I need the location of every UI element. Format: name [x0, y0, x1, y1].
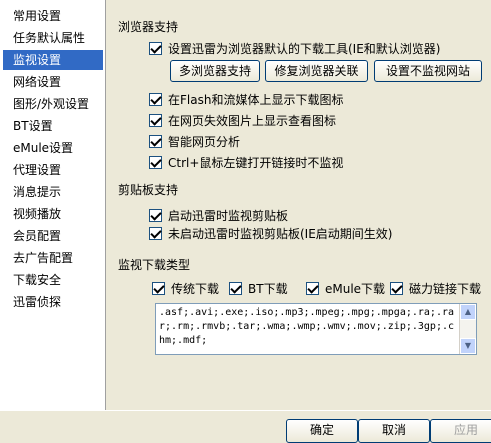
scroll-up-icon[interactable]: ▲	[460, 304, 476, 320]
no-monitor-sites-button[interactable]: 设置不监视网站	[374, 60, 482, 82]
clipboard-on-start-option[interactable]: 启动迅雷时监视剪贴板	[149, 207, 288, 224]
sidebar-item-task-defaults[interactable]: 任务默认属性	[3, 28, 103, 48]
sidebar-item-notifications[interactable]: 消息提示	[3, 182, 103, 202]
type-traditional-option[interactable]: 传统下载	[152, 280, 219, 297]
type-traditional-checkbox[interactable]	[152, 282, 165, 295]
sidebar-item-common[interactable]: 常用设置	[3, 6, 103, 26]
extensions-text[interactable]: .asf;.avi;.exe;.iso;.mp3;.mpeg;.mpg;.mpg…	[159, 306, 459, 348]
scroll-down-icon[interactable]: ▼	[460, 338, 476, 354]
extensions-textbox[interactable]: .asf;.avi;.exe;.iso;.mp3;.mpeg;.mpg;.mpg…	[155, 303, 477, 355]
flash-icon-checkbox[interactable]	[149, 93, 162, 106]
ok-button[interactable]: 确定	[286, 419, 358, 443]
type-magnet-label: 磁力链接下载	[409, 282, 482, 296]
type-bt-label: BT下载	[248, 282, 288, 296]
ctrl-click-checkbox[interactable]	[149, 156, 162, 169]
default-tool-checkbox[interactable]	[149, 42, 162, 55]
type-traditional-label: 传统下载	[171, 282, 220, 296]
clipboard-on-start-checkbox[interactable]	[149, 209, 162, 222]
flash-icon-option[interactable]: 在Flash和流媒体上显示下载图标	[149, 91, 343, 108]
sidebar-item-video[interactable]: 视频播放	[3, 204, 103, 224]
clipboard-not-started-option[interactable]: 未启动迅雷时监视剪贴板(IE启动期间生效)	[149, 225, 393, 242]
default-tool-label: 设置迅雷为浏览器默认的下载工具(IE和默认浏览器)	[168, 42, 441, 56]
smart-analysis-label: 智能网页分析	[168, 135, 241, 149]
settings-sidebar: 常用设置 任务默认属性 监视设置 网络设置 图形/外观设置 BT设置 eMule…	[0, 0, 106, 410]
clipboard-support-title: 剪贴板支持	[118, 183, 179, 197]
broken-image-checkbox[interactable]	[149, 114, 162, 127]
flash-icon-label: 在Flash和流媒体上显示下载图标	[168, 93, 344, 107]
type-bt-checkbox[interactable]	[229, 282, 242, 295]
type-bt-option[interactable]: BT下载	[229, 280, 288, 297]
type-emule-checkbox[interactable]	[306, 282, 319, 295]
clipboard-not-started-checkbox[interactable]	[149, 227, 162, 240]
sidebar-item-detective[interactable]: 迅雷侦探	[3, 292, 103, 312]
sidebar-item-bt[interactable]: BT设置	[3, 116, 103, 136]
repair-browser-button[interactable]: 修复浏览器关联	[265, 60, 368, 82]
browser-support-title: 浏览器支持	[118, 20, 179, 34]
broken-image-option[interactable]: 在网页失效图片上显示查看图标	[149, 112, 336, 129]
sidebar-item-network[interactable]: 网络设置	[3, 72, 103, 92]
monitor-settings-panel: 浏览器支持 设置迅雷为浏览器默认的下载工具(IE和默认浏览器) 多浏览器支持 修…	[106, 0, 491, 410]
type-emule-option[interactable]: eMule下载	[306, 280, 385, 297]
apply-button[interactable]: 应用	[430, 419, 491, 443]
ctrl-click-label: Ctrl+鼠标左键打开链接时不监视	[168, 156, 344, 170]
sidebar-item-download-security[interactable]: 下载安全	[3, 270, 103, 290]
extensions-scrollbar[interactable]: ▲ ▼	[459, 304, 476, 354]
ctrl-click-option[interactable]: Ctrl+鼠标左键打开链接时不监视	[149, 154, 343, 171]
type-magnet-checkbox[interactable]	[390, 282, 403, 295]
sidebar-item-adblock[interactable]: 去广告配置	[3, 248, 103, 268]
download-types-title: 监视下载类型	[118, 258, 191, 272]
clipboard-on-start-label: 启动迅雷时监视剪贴板	[168, 209, 289, 223]
cancel-button[interactable]: 取消	[358, 419, 430, 443]
sidebar-item-proxy[interactable]: 代理设置	[3, 160, 103, 180]
smart-analysis-option[interactable]: 智能网页分析	[149, 133, 240, 150]
clipboard-not-started-label: 未启动迅雷时监视剪贴板(IE启动期间生效)	[168, 227, 393, 241]
sidebar-item-emule[interactable]: eMule设置	[3, 138, 103, 158]
default-tool-option[interactable]: 设置迅雷为浏览器默认的下载工具(IE和默认浏览器)	[149, 40, 441, 57]
sidebar-item-monitor[interactable]: 监视设置	[3, 50, 103, 70]
sidebar-item-appearance[interactable]: 图形/外观设置	[3, 94, 103, 114]
sidebar-item-member[interactable]: 会员配置	[3, 226, 103, 246]
multi-browser-button[interactable]: 多浏览器支持	[170, 60, 260, 82]
dialog-footer: 确定 取消 应用	[0, 410, 491, 443]
broken-image-label: 在网页失效图片上显示查看图标	[168, 114, 337, 128]
type-magnet-option[interactable]: 磁力链接下载	[390, 280, 481, 297]
smart-analysis-checkbox[interactable]	[149, 135, 162, 148]
type-emule-label: eMule下载	[325, 282, 386, 296]
